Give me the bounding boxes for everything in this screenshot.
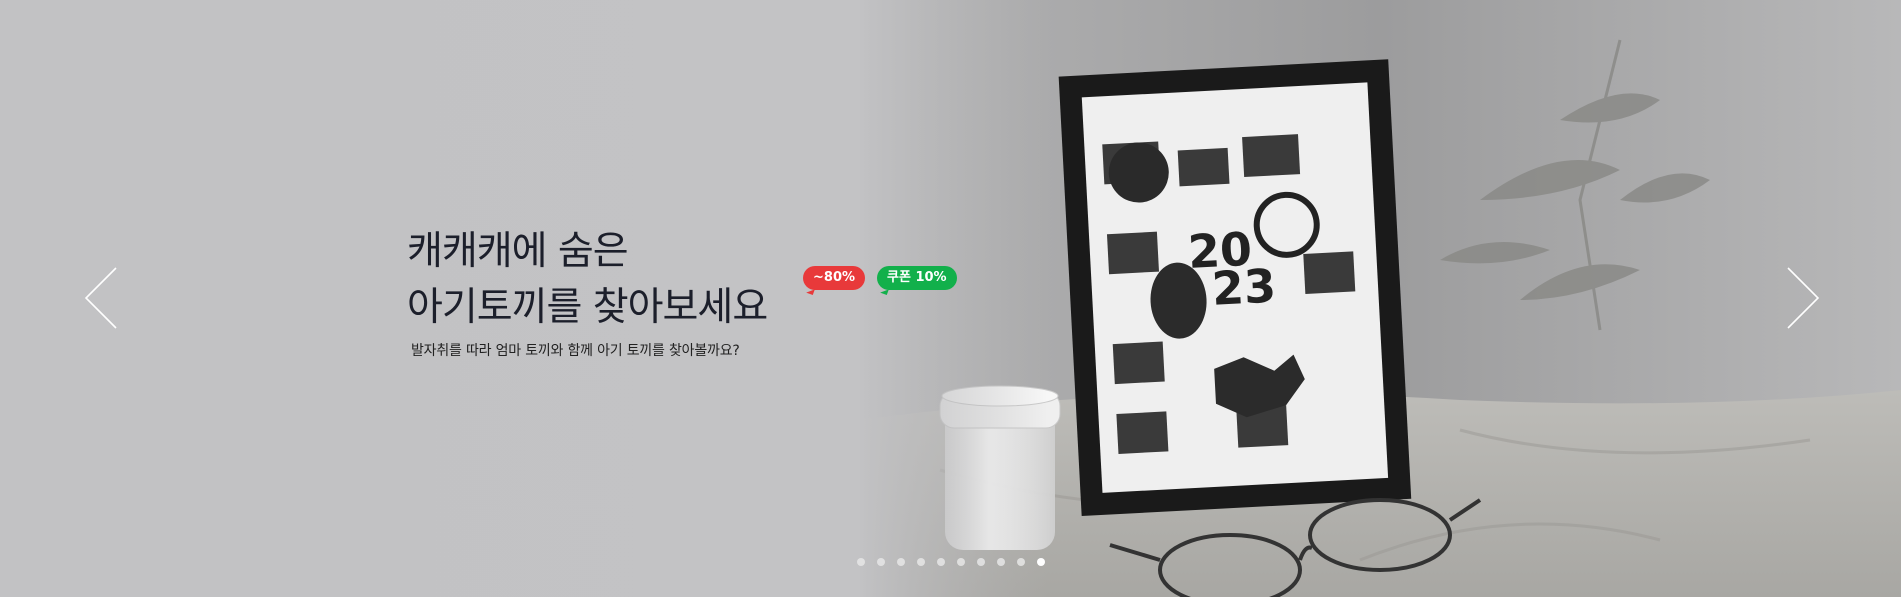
pagination-dots [857, 558, 1045, 566]
banner-title: 캐캐캐에 숨은 아기토끼를 찾아보세요 [407, 224, 768, 336]
chevron-left-icon [84, 267, 117, 329]
banner-title-line2: 아기토끼를 찾아보세요 [407, 285, 768, 331]
banner-title-line1: 캐캐캐에 숨은 [407, 229, 629, 275]
pagination-dot[interactable] [957, 558, 965, 566]
chevron-right-icon [1787, 267, 1820, 329]
pagination-dot[interactable] [1037, 558, 1045, 566]
pagination-dot[interactable] [917, 558, 925, 566]
hero-banner[interactable]: 20 23 캐캐캐에 숨은 아기토끼를 찾아보세요 ~80% 쿠폰 10% [0, 0, 1901, 597]
prev-slide-button[interactable] [84, 266, 118, 330]
pagination-dot[interactable] [857, 558, 865, 566]
banner-subtitle: 발자취를 따라 엄마 토끼와 함께 아기 토끼를 찾아볼까요? [411, 343, 740, 359]
pagination-dot[interactable] [897, 558, 905, 566]
pagination-dot[interactable] [977, 558, 985, 566]
pagination-dot[interactable] [1017, 558, 1025, 566]
coupon-badge: 쿠폰 10% [877, 266, 957, 290]
next-slide-button[interactable] [1786, 266, 1820, 330]
pagination-dot[interactable] [997, 558, 1005, 566]
pagination-dot[interactable] [877, 558, 885, 566]
pagination-dot[interactable] [937, 558, 945, 566]
product-photo: 20 23 [860, 0, 1901, 597]
discount-badge: ~80% [803, 266, 866, 290]
badge-group: ~80% 쿠폰 10% [803, 266, 957, 290]
